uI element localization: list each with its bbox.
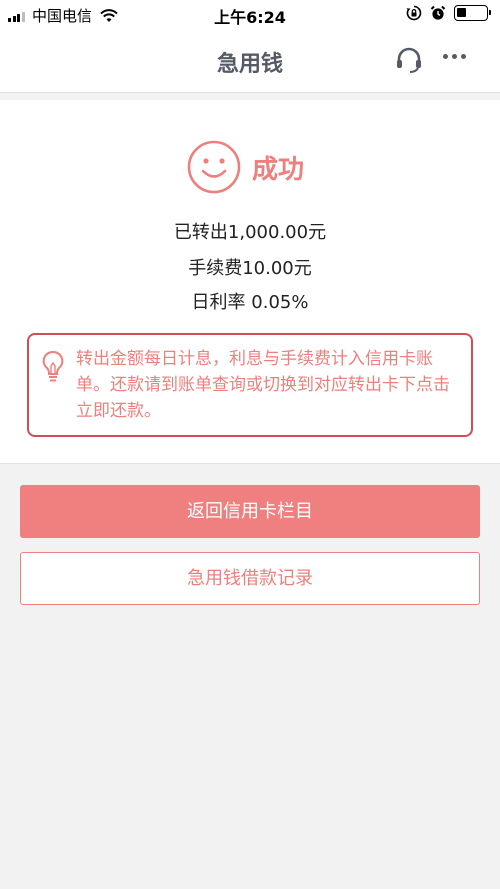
status-title: 成功 [252, 155, 305, 185]
smile-icon [187, 140, 241, 194]
alarm-icon [430, 5, 446, 20]
daily-rate: 日利率 0.05% [191, 292, 309, 313]
result-panel: 成功 已转出1,000.00元 手续费10.00元 日利率 0.05% 转出金额… [0, 100, 500, 464]
more-icon[interactable] [443, 54, 470, 59]
lightbulb-icon [42, 350, 64, 382]
headset-icon[interactable] [395, 46, 423, 74]
notice-text: 转出金额每日计息，利息与手续费计入信用卡账单。还款请到账单查询或切换到对应转出卡… [76, 349, 450, 421]
loan-records-button[interactable]: 急用钱借款记录 [20, 552, 480, 605]
back-to-credit-card-button[interactable]: 返回信用卡栏目 [20, 485, 480, 538]
fee-amount: 手续费10.00元 [188, 258, 312, 279]
orientation-lock-icon [406, 5, 422, 21]
transferred-amount: 已转出1,000.00元 [173, 222, 327, 243]
notice-box: 转出金额每日计息，利息与手续费计入信用卡账单。还款请到账单查询或切换到对应转出卡… [27, 333, 473, 437]
nav-bar: 急用钱 [0, 30, 500, 93]
page-title: 急用钱 [216, 52, 283, 77]
status-bar-right [398, 5, 491, 21]
status-bar: 中国电信 上午6:24 [0, 0, 500, 30]
battery-icon [454, 5, 491, 21]
